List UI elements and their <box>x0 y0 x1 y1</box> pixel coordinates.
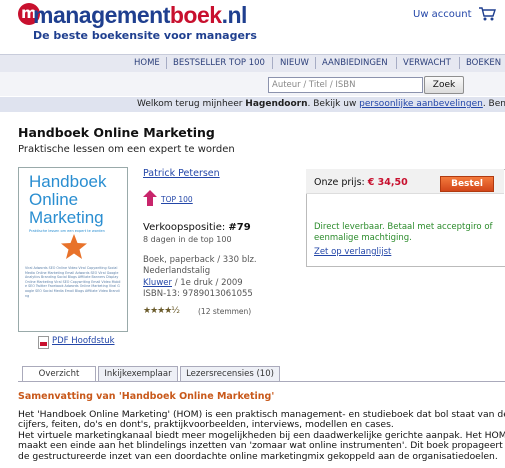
logo-part-nl: .nl <box>221 2 248 28</box>
price-prefix: Onze prijs: <box>314 177 368 188</box>
order-button[interactable]: Bestel <box>440 176 494 192</box>
summary-text: Het 'Handboek Online Marketing' (HOM) is… <box>18 410 505 462</box>
rating-stars: ★★★★½ <box>143 306 180 316</box>
welcome-prefix: Welkom terug mijnheer <box>137 99 246 109</box>
book-cover[interactable]: Handboek Online Marketing Praktische lesse… <box>18 167 128 332</box>
rank-value: #79 <box>228 222 251 233</box>
nav-separator <box>166 57 167 69</box>
format-pages: Boek, paperback / 330 blz. <box>143 255 257 265</box>
logo-part-boek: boek <box>169 2 222 28</box>
recommendations-link[interactable]: persoonlijke aanbevelingen <box>359 99 483 109</box>
nav-separator <box>396 57 397 69</box>
pdf-icon <box>38 336 49 349</box>
cover-title: Handboek Online Marketing <box>29 173 107 227</box>
cover-title-line: Online <box>29 190 79 209</box>
nav-separator <box>315 57 316 69</box>
book-details: Boek, paperback / 330 blz. Nederlandstal… <box>143 255 257 300</box>
price-value: € 34,50 <box>367 177 408 188</box>
cover-title-line: Marketing <box>29 208 104 227</box>
logo-part-management: management <box>33 2 170 28</box>
welcome-message: Welkom terug mijnheer Hagendoorn. Bekijk… <box>137 99 505 109</box>
cover-word-cloud: Viral Adwords SEO Online Video Viral Cop… <box>25 266 121 298</box>
user-name: Hagendoorn <box>245 99 308 109</box>
search-button[interactable]: Zoek <box>424 76 464 94</box>
tab-lezersrecensies[interactable]: Lezersrecensies (10) <box>180 366 280 381</box>
summary-line: de gestructureerde inzet van een doordac… <box>18 450 498 462</box>
page-subtitle: Praktische lessen om een expert te worde… <box>18 144 235 155</box>
language: Nederlandstalig <box>143 266 211 277</box>
nav-home[interactable]: HOME <box>134 58 160 68</box>
site-logo[interactable]: managementboek.nl <box>33 2 247 29</box>
publisher-link[interactable]: Kluwer <box>143 278 172 288</box>
wishlist-link[interactable]: Zet op verlanglijst <box>314 247 391 257</box>
edition-year: / 1e druk / 2009 <box>172 277 243 288</box>
author-link[interactable]: Patrick Petersen <box>143 168 220 179</box>
rank-label: Verkoopspositie: <box>143 222 229 233</box>
nav-separator <box>459 57 460 69</box>
account-link[interactable]: Uw account <box>413 9 472 20</box>
stock-status: Direct leverbaar. Betaal met acceptgiro … <box>314 222 493 243</box>
nav-aanbiedingen[interactable]: AANBIEDINGEN <box>322 58 388 68</box>
star-icon <box>61 234 87 259</box>
tab-overzicht[interactable]: Overzicht <box>22 366 96 382</box>
nav-verwacht[interactable]: VERWACHT <box>403 58 451 68</box>
isbn: ISBN-13: 9789013061055 <box>143 288 253 299</box>
site-tagline: De beste boekensite voor managers <box>33 29 257 42</box>
vote-count: (12 stemmen) <box>198 307 252 316</box>
nav-nieuw[interactable]: NIEUW <box>280 58 309 68</box>
tab-inkijkexemplaar[interactable]: Inkijkexemplaar <box>98 366 178 381</box>
summary-title: Samenvatting van 'Handboek Online Market… <box>18 391 275 402</box>
top100-link[interactable]: TOP 100 <box>161 195 193 204</box>
price-label: Onze prijs: € 34,50 <box>314 177 408 188</box>
pdf-chapter-link[interactable]: PDF Hoofdstuk <box>52 336 115 346</box>
welcome-middle: . Bekijk uw <box>307 99 360 109</box>
nav-bestseller-top-100[interactable]: BESTSELLER TOP 100 <box>173 58 265 68</box>
sales-rank: Verkoopspositie: #79 <box>143 222 251 233</box>
nav-separator <box>272 57 273 69</box>
welcome-suffix: . Bent u <box>482 99 505 109</box>
page-title: Handboek Online Marketing <box>18 125 215 140</box>
arrow-up-icon <box>143 190 157 206</box>
nav-boeken[interactable]: BOEKEN <box>466 58 501 68</box>
shopping-cart-icon[interactable] <box>478 6 496 22</box>
cover-title-line: Handboek <box>29 172 107 191</box>
search-input[interactable]: Auteur / Titel / ISBN <box>268 77 423 93</box>
tabs-divider <box>18 381 505 382</box>
rank-days: 8 dagen in de top 100 <box>143 235 232 244</box>
